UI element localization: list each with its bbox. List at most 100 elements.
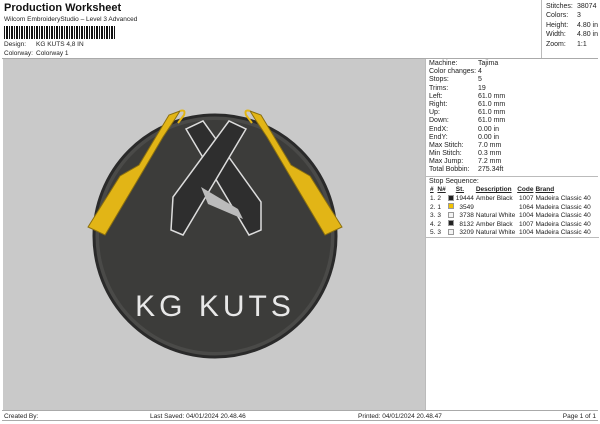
machine-info-row: Trims: 19: [429, 85, 598, 93]
stat-row: Height: 4.80 in: [546, 22, 598, 31]
thread-brand: Madeira Classic 40: [535, 229, 591, 237]
needle-number: 2: [437, 220, 442, 228]
thread-code: 1004: [518, 212, 534, 220]
machine-info-row: EndY: 0.00 in: [429, 134, 598, 142]
table-row: 4. 2 8132 Amber Black 1007 Madeira Classic 40: [429, 220, 592, 229]
machine-info-label: Machine:: [429, 60, 458, 67]
thread-brand: Madeira Classic 40: [535, 195, 591, 203]
stop-number: 4.: [430, 220, 436, 228]
software-name: Wilcom EmbroideryStudio – Level 3 Advanc…: [4, 16, 138, 23]
machine-info-panel: Machine: Tajima Color changes: 4 Stops: 5 Trim…: [425, 59, 599, 410]
color-swatch: [447, 203, 454, 210]
stat-value: 3: [577, 12, 581, 20]
column-header: Code: [517, 186, 534, 194]
stat-row: Colors: 3: [546, 12, 598, 21]
needle-number: 2: [437, 195, 442, 203]
stat-value: 38074: [577, 3, 597, 10]
machine-info-label: Min Stitch:: [429, 150, 462, 158]
machine-info-label: Color changes:: [429, 68, 477, 76]
machine-info-value: 5: [478, 76, 482, 84]
needle-number: 1: [437, 203, 442, 211]
stat-value: 1:1: [577, 40, 587, 48]
table-row: 1. 2 19444 Amber Black 1007 Madeira Classic 4…: [429, 194, 592, 203]
machine-info-value: 275.34ft: [478, 166, 504, 174]
machine-info-row: Color changes: 4: [429, 68, 598, 76]
machine-info-label: Total Bobbin:: [429, 166, 470, 174]
machine-info-row: Right: 61.0 mm: [429, 101, 598, 109]
stop-sequence-table: # N# St. Description Code Brand 1. 2 19444 Amber…: [429, 186, 592, 238]
last-saved: Last Saved: 04/01/2024 20.48.46: [150, 413, 246, 420]
stitch-count: 3738: [459, 212, 474, 220]
machine-info-label: Left:: [429, 92, 443, 100]
thread-code: 1064: [518, 203, 534, 211]
machine-info-value: 19: [478, 84, 486, 92]
machine-info-value: 61.0 mm: [478, 109, 506, 117]
thread-brand: Madeira Classic 40: [535, 220, 591, 228]
stitch-count: 8132: [459, 220, 474, 228]
stat-row: Width: 4.80 in: [546, 31, 598, 40]
barcode: [4, 26, 116, 39]
machine-info-row: Max Stitch: 7.0 mm: [429, 142, 598, 150]
footer: Created By: Last Saved: 04/01/2024 20.48…: [2, 410, 598, 421]
machine-info-value: Tajima: [478, 60, 499, 67]
column-header: #: [430, 186, 434, 194]
stat-value: 4.80 in: [576, 31, 599, 39]
stat-label: Height:: [546, 21, 569, 29]
machine-info-label: Right:: [429, 100, 448, 108]
stat-row: Zoom: 1:1: [546, 41, 598, 50]
machine-info-row: Machine: Tajima: [429, 60, 598, 68]
machine-info-row: EndX: 0.00 in: [429, 126, 598, 134]
machine-info-row: Down: 61.0 mm: [429, 117, 598, 125]
machine-info-label: Down:: [429, 117, 449, 125]
table-row: 3. 3 3738 Natural White 1004 Madeira Classic …: [429, 211, 592, 220]
machine-info-row: Up: 61.0 mm: [429, 109, 598, 117]
printed-date: Printed: 04/01/2024 20.48.47: [358, 413, 442, 420]
design-preview: KG KUTS: [3, 59, 425, 410]
swatch-header: [447, 186, 455, 195]
machine-info-value: 61.0 mm: [478, 100, 506, 108]
machine-info-value: 7.2 mm: [478, 158, 502, 166]
stop-number: 1.: [430, 195, 436, 203]
table-row: 2. 1 3549 1064 Madeira Classic 40: [429, 203, 592, 212]
machine-info-value: 0.00 in: [478, 125, 500, 133]
machine-info-row: Max Jump: 7.2 mm: [429, 158, 598, 166]
column-header: St.: [455, 186, 465, 194]
machine-info-label: Stops:: [429, 76, 449, 84]
design-value: KG KUTS 4,8 IN: [36, 41, 84, 48]
machine-info-label: Trims:: [429, 84, 449, 92]
colorway-value: Colorway 1: [36, 50, 69, 57]
divider: [426, 237, 599, 239]
stat-row: Stitches: 38074: [546, 3, 598, 12]
machine-info-label: Max Stitch:: [429, 141, 464, 149]
design-stats: Stitches: 38074 Colors: 3 Height: 4.80 in Widt…: [541, 0, 598, 58]
machine-info-value: 61.0 mm: [478, 117, 506, 125]
stat-label: Zoom:: [546, 40, 566, 48]
machine-info-label: EndX:: [429, 125, 449, 133]
color-description: Natural White: [475, 229, 516, 237]
color-description: Amber Black: [475, 195, 513, 203]
stat-label: Width:: [546, 31, 566, 39]
machine-info-label: EndY:: [429, 133, 448, 141]
stat-label: Stitches:: [546, 3, 573, 10]
machine-info-value: 4: [478, 68, 482, 76]
stop-number: 5.: [430, 229, 436, 237]
stop-sequence-title: Stop Sequence:: [426, 175, 598, 185]
machine-info-row: Total Bobbin: 275.34ft: [429, 166, 598, 174]
patch-text: KG KUTS: [135, 290, 295, 323]
color-swatch: [447, 194, 454, 201]
machine-info-row: Min Stitch: 0.3 mm: [429, 150, 598, 158]
machine-info-value: 0.00 in: [478, 133, 500, 141]
thread-brand: Madeira Classic 40: [535, 203, 591, 211]
thread-code: 1007: [518, 220, 534, 228]
machine-info-row: Stops: 5: [429, 76, 598, 84]
thread-code: 1004: [518, 229, 534, 237]
machine-info-label: Max Jump:: [429, 158, 464, 166]
design-label: Design:: [4, 41, 27, 48]
stat-value: 4.80 in: [576, 21, 599, 29]
color-description: [475, 203, 516, 212]
page-title: Production Worksheet: [4, 2, 122, 14]
color-swatch: [447, 211, 454, 218]
column-header: N#: [437, 186, 446, 194]
color-description: Amber Black: [475, 220, 513, 228]
thread-brand: Madeira Classic 40: [535, 212, 591, 220]
